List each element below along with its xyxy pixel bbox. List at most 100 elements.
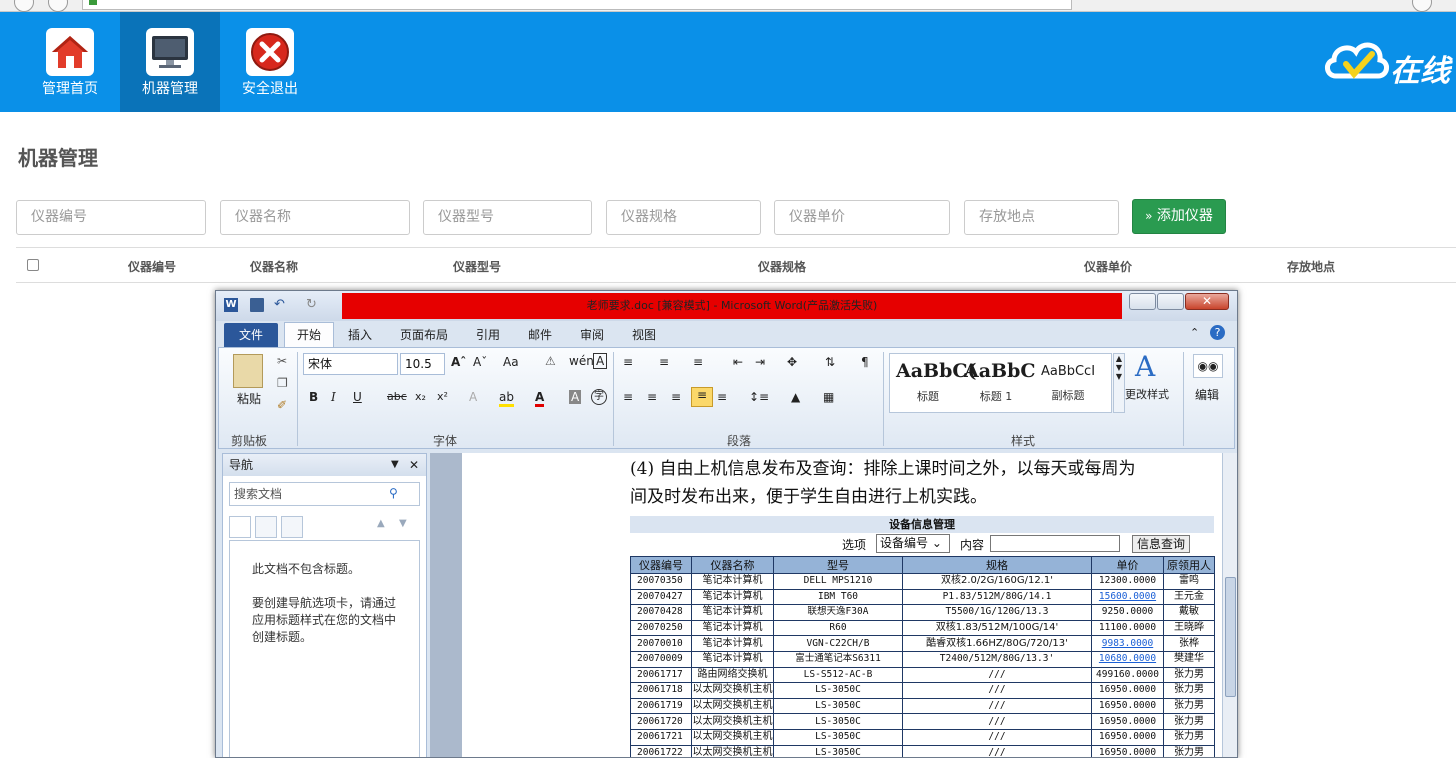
char-shading-icon[interactable]: A <box>569 390 582 404</box>
decrease-indent-icon[interactable]: ⇤ <box>733 355 743 369</box>
address-bar[interactable] <box>82 0 1072 10</box>
numbering-icon[interactable]: ≡ <box>659 355 669 369</box>
save-icon[interactable] <box>250 298 264 312</box>
change-styles-icon[interactable]: A <box>1135 350 1155 383</box>
shrink-font-icon[interactable]: Aˇ <box>473 355 487 369</box>
enclose-char-icon[interactable]: 字 <box>591 389 607 405</box>
align-left-icon[interactable]: ≡ <box>623 390 633 404</box>
bold-button[interactable]: B <box>309 390 318 404</box>
style-subtitle[interactable]: AaBbCcI 副标题 <box>1034 360 1102 403</box>
content-input[interactable] <box>990 535 1120 552</box>
edit-button[interactable]: 编辑 <box>1195 386 1219 403</box>
style-title[interactable]: AaBbC( 标题 <box>896 360 977 404</box>
change-case-icon[interactable]: Aa <box>503 355 519 369</box>
pane-close-icon[interactable]: ✕ <box>409 454 419 476</box>
bullets-icon[interactable]: ≡ <box>623 355 633 369</box>
phonetic-icon[interactable]: wén <box>569 354 594 368</box>
change-styles-button[interactable]: 更改样式 <box>1125 386 1169 402</box>
nav-item-home[interactable]: 管理首页 <box>20 12 120 112</box>
format-painter-icon[interactable]: ✐ <box>277 398 287 412</box>
col-header-id[interactable]: 仪器编号 <box>128 258 176 275</box>
paste-button[interactable]: 粘贴 <box>237 390 261 407</box>
maximize-button[interactable] <box>1157 293 1184 310</box>
instrument-location-input[interactable]: 存放地点 <box>964 200 1119 235</box>
tab-page-layout[interactable]: 页面布局 <box>400 326 448 343</box>
previous-heading-icon[interactable]: ▲ <box>377 518 385 529</box>
instrument-id-input[interactable]: 仪器编号 <box>16 200 206 235</box>
borders-icon[interactable]: ▦ <box>823 390 834 404</box>
option-select[interactable]: 设备编号 ⌄ <box>876 534 950 553</box>
clear-format-icon[interactable]: ⚠ <box>545 354 556 368</box>
col-header-location[interactable]: 存放地点 <box>1287 258 1335 275</box>
show-marks-icon[interactable]: ¶ <box>861 355 869 369</box>
tab-review[interactable]: 审阅 <box>580 326 604 343</box>
minimize-button[interactable] <box>1129 293 1156 310</box>
cut-icon[interactable]: ✂ <box>277 354 287 368</box>
col-header-price[interactable]: 仪器单价 <box>1084 258 1132 275</box>
results-tab-icon[interactable] <box>281 516 303 538</box>
tab-home[interactable]: 开始 <box>284 322 334 348</box>
close-button[interactable]: ✕ <box>1185 293 1229 310</box>
tab-view[interactable]: 视图 <box>632 326 656 343</box>
chinese-layout-icon[interactable]: ✥ <box>787 355 797 369</box>
increase-indent-icon[interactable]: ⇥ <box>755 355 765 369</box>
tab-file[interactable]: 文件 <box>224 323 278 347</box>
help-icon[interactable]: ? <box>1210 325 1225 340</box>
font-color-icon[interactable]: A <box>535 390 545 407</box>
justify-icon[interactable]: ≡ <box>691 387 713 407</box>
col-header-spec[interactable]: 仪器规格 <box>758 258 806 275</box>
tab-mailings[interactable]: 邮件 <box>528 326 552 343</box>
table-cell: 张力男 <box>1163 728 1215 746</box>
scrollbar-thumb[interactable] <box>1225 577 1236 697</box>
next-heading-icon[interactable]: ▼ <box>399 518 407 529</box>
binoculars-icon[interactable]: ◉◉ <box>1193 354 1223 378</box>
underline-button[interactable]: U <box>353 390 362 404</box>
instrument-model-input[interactable]: 仪器型号 <box>423 200 592 235</box>
shading-icon[interactable]: ▲ <box>791 390 800 404</box>
pages-tab-icon[interactable] <box>255 516 277 538</box>
back-button[interactable] <box>14 0 34 12</box>
ribbon-minimize-icon[interactable]: ⌃ <box>1190 326 1199 339</box>
text-effects-icon[interactable]: A <box>469 390 477 404</box>
table-cell: LS-3050C <box>773 744 903 757</box>
tab-references[interactable]: 引用 <box>476 326 500 343</box>
instrument-price-input[interactable]: 仪器单价 <box>774 200 950 235</box>
tab-insert[interactable]: 插入 <box>348 326 372 343</box>
add-instrument-button[interactable]: » 添加仪器 <box>1132 199 1226 234</box>
paste-icon[interactable] <box>233 354 263 388</box>
select-all-checkbox[interactable] <box>27 259 39 271</box>
grow-font-icon[interactable]: Aˆ <box>451 355 466 369</box>
subscript-button[interactable]: x₂ <box>415 390 426 403</box>
highlight-icon[interactable]: ab <box>499 390 514 407</box>
instrument-name-input[interactable]: 仪器名称 <box>220 200 410 235</box>
info-query-button[interactable]: 信息查询 <box>1132 535 1190 553</box>
forward-button[interactable] <box>48 0 68 12</box>
font-size-combo[interactable]: 10.5 <box>400 353 445 375</box>
instrument-spec-input[interactable]: 仪器规格 <box>606 200 761 235</box>
font-name-combo[interactable]: 宋体 <box>303 353 398 375</box>
document-scrollbar[interactable] <box>1222 453 1237 757</box>
align-center-icon[interactable]: ≡ <box>647 390 657 404</box>
strikethrough-button[interactable]: abc <box>387 390 407 403</box>
redo-icon[interactable]: ↻ <box>306 298 320 312</box>
superscript-button[interactable]: x² <box>437 390 448 403</box>
search-icon[interactable]: ⚲ <box>389 486 398 500</box>
copy-icon[interactable]: ❐ <box>277 376 288 390</box>
multilevel-list-icon[interactable]: ≡ <box>693 355 703 369</box>
distributed-icon[interactable]: ≡ <box>717 390 727 404</box>
col-header-name[interactable]: 仪器名称 <box>250 258 298 275</box>
nav-item-logout[interactable]: 安全退出 <box>220 12 320 112</box>
style-heading1[interactable]: AaBbC 标题 1 <box>964 360 1036 404</box>
undo-icon[interactable]: ↶ <box>274 298 288 312</box>
nav-item-machines[interactable]: 机器管理 <box>120 12 220 112</box>
col-header-model[interactable]: 仪器型号 <box>453 258 501 275</box>
headings-tab-icon[interactable] <box>229 516 251 538</box>
sort-icon[interactable]: ⇅ <box>825 355 835 369</box>
line-spacing-icon[interactable]: ↕≡ <box>749 390 769 404</box>
italic-button[interactable]: I <box>331 390 336 404</box>
browser-menu-button[interactable] <box>1412 0 1432 12</box>
pane-menu-icon[interactable]: ▼ <box>391 454 399 476</box>
align-right-icon[interactable]: ≡ <box>671 390 681 404</box>
char-border-icon[interactable]: A <box>593 353 608 369</box>
styles-scroll-arrows[interactable]: ▲ ▼ ▼ <box>1113 353 1125 413</box>
